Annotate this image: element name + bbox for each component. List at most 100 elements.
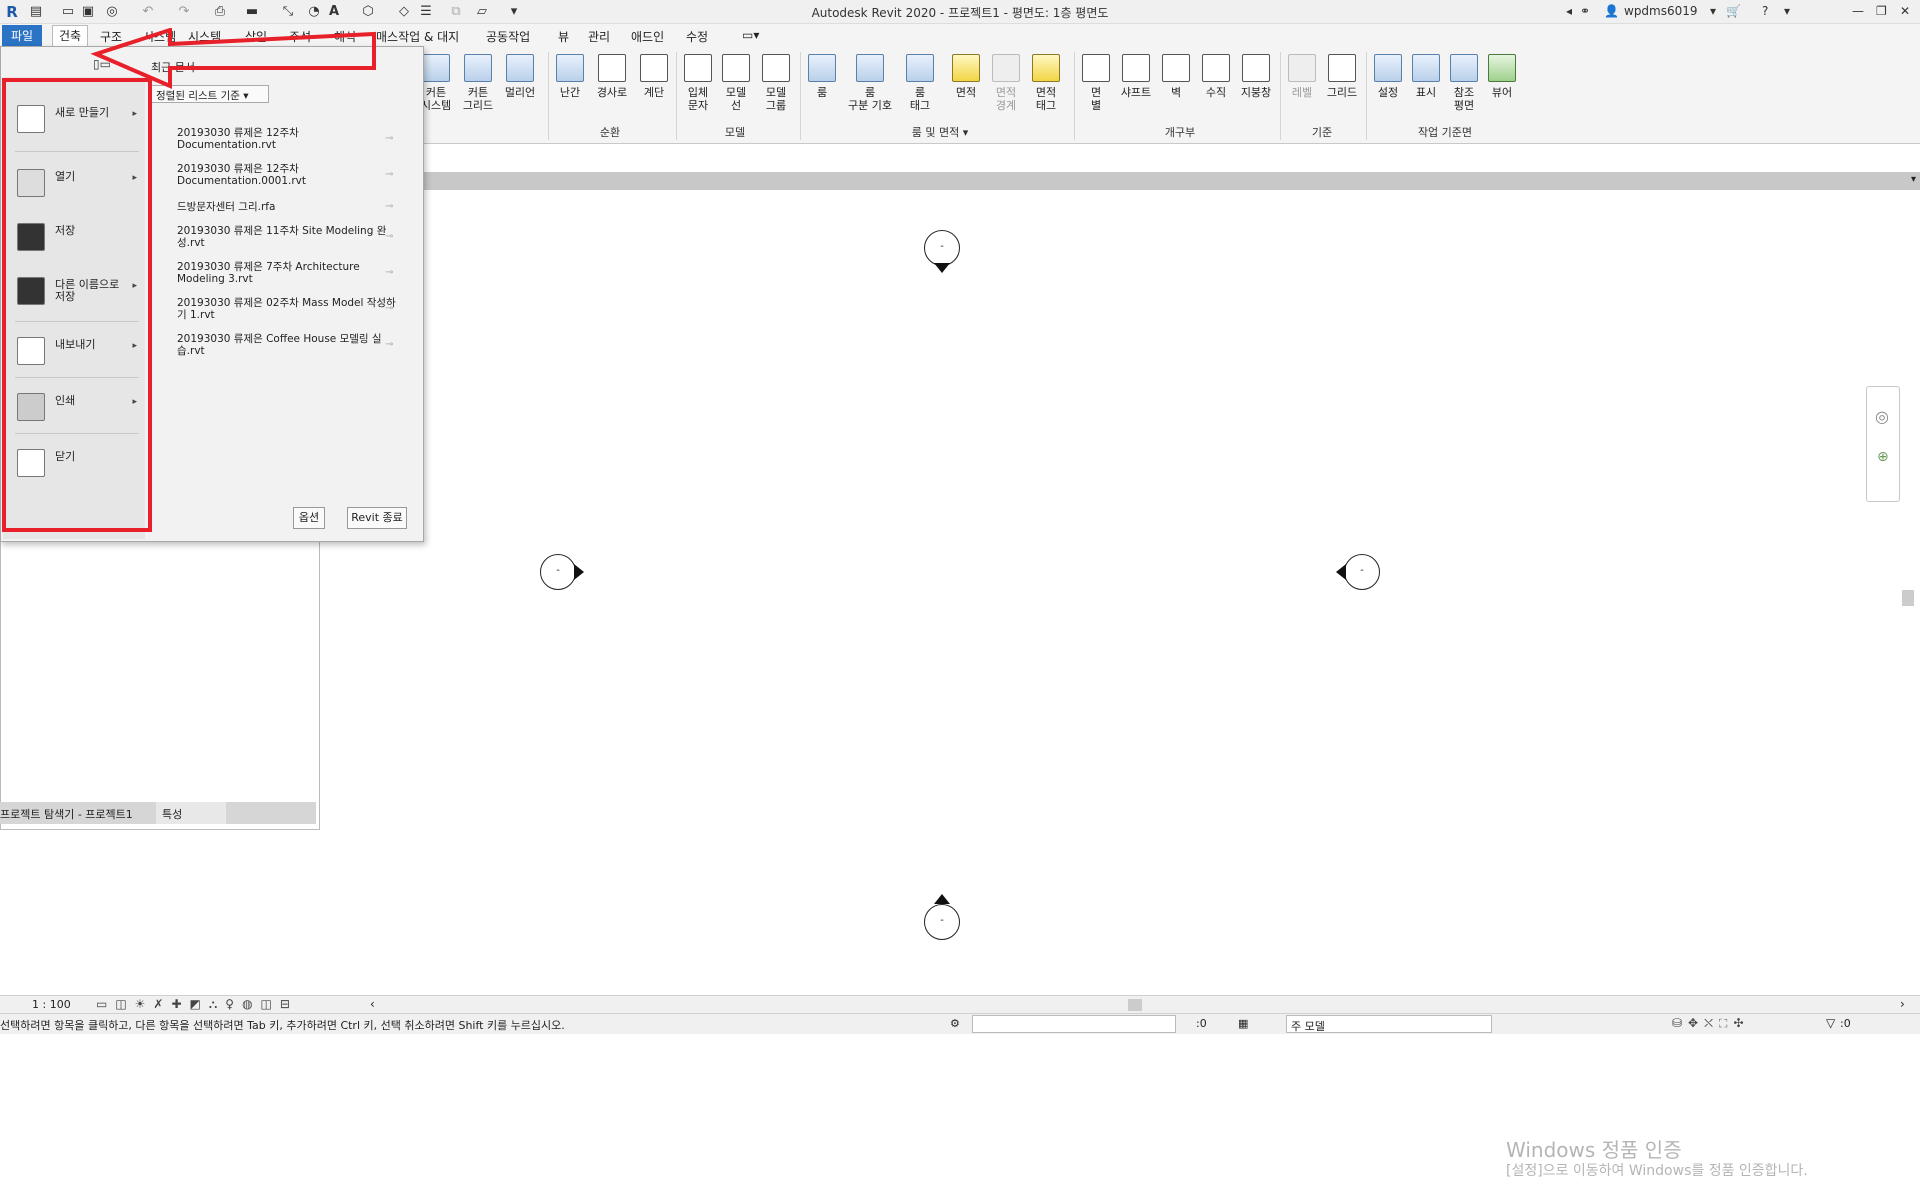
minimize-icon[interactable]: — bbox=[1852, 4, 1864, 18]
tab-project-browser[interactable]: 프로젝트 탐색기 - 프로젝트1 bbox=[0, 806, 152, 822]
print-icon[interactable]: ⎙ bbox=[212, 4, 228, 20]
zoom-icon[interactable]: ⊕ bbox=[1877, 449, 1889, 465]
selection-filter-icons[interactable]: ⛁✥⛌⛶✣ bbox=[1672, 1016, 1750, 1031]
measure-icon[interactable]: ▬ bbox=[244, 4, 260, 20]
view-list-dropdown-icon[interactable]: ▾ bbox=[1911, 174, 1916, 185]
scale-display[interactable]: 1 : 100 bbox=[32, 998, 71, 1011]
viewer-button[interactable]: 뷰어 bbox=[1482, 54, 1522, 99]
design-option-dropdown[interactable]: 주 모델 bbox=[1286, 1015, 1492, 1033]
workset-dropdown[interactable] bbox=[972, 1015, 1176, 1033]
tag-icon[interactable]: ◔ bbox=[306, 4, 322, 20]
room-separator-button[interactable]: 룸 구분 기호 bbox=[842, 54, 898, 112]
room-button[interactable]: 룸 bbox=[802, 54, 842, 99]
tab-addins[interactable]: 애드인 bbox=[631, 28, 664, 45]
pin-icon[interactable]: ⊸ bbox=[385, 303, 393, 314]
3d-view-icon[interactable]: ⬡ bbox=[360, 4, 376, 20]
recent-file-item[interactable]: 20193030 류제은 12주차 Documentation.rvt bbox=[177, 127, 397, 151]
revit-logo-icon[interactable]: R bbox=[4, 4, 20, 20]
application-menu-icon[interactable]: ▤ bbox=[28, 4, 44, 20]
elevation-marker-south[interactable]: - bbox=[924, 904, 960, 940]
pin-icon[interactable]: ⊸ bbox=[385, 169, 393, 180]
tab-properties[interactable]: 특성 bbox=[156, 802, 226, 824]
room-tag-button[interactable]: 룸 태그 bbox=[900, 54, 940, 112]
help-dropdown-icon[interactable]: ▾ bbox=[1784, 4, 1790, 18]
redo-icon[interactable]: ↷ bbox=[176, 4, 192, 20]
wall-opening-button[interactable]: 벽 bbox=[1156, 54, 1196, 99]
elevation-marker-west[interactable]: - bbox=[540, 554, 576, 590]
area-boundary-button[interactable]: 면적 경계 bbox=[986, 54, 1026, 112]
restore-icon[interactable]: ❐ bbox=[1876, 4, 1887, 18]
pin-icon[interactable]: ⊸ bbox=[385, 267, 393, 278]
area-tag-button[interactable]: 면적 태그 bbox=[1026, 54, 1066, 112]
tab-view[interactable]: 뷰 bbox=[558, 28, 569, 45]
switch-windows-icon[interactable]: ▱ bbox=[474, 4, 490, 20]
model-group-button[interactable]: 모델 그룹 bbox=[756, 54, 796, 112]
undo-icon[interactable]: ↶ bbox=[140, 4, 156, 20]
help-icon[interactable]: ? bbox=[1762, 4, 1768, 18]
filter-icon[interactable]: ▽ bbox=[1826, 1016, 1835, 1030]
dormer-button[interactable]: 지붕창 bbox=[1234, 54, 1278, 99]
vertical-opening-button[interactable]: 수직 bbox=[1196, 54, 1236, 99]
recent-file-item[interactable]: 20193030 류제은 Coffee House 모델링 실습.rvt bbox=[177, 333, 397, 357]
level-button[interactable]: 레벨 bbox=[1282, 54, 1322, 99]
exit-revit-button[interactable]: Revit 종료 bbox=[347, 507, 407, 529]
workset-icon[interactable]: ⚙ bbox=[950, 1017, 960, 1030]
curtain-grid-button[interactable]: 커튼 그리드 bbox=[458, 54, 498, 112]
shaft-button[interactable]: 샤프트 bbox=[1116, 54, 1156, 99]
railing-button[interactable]: 난간 bbox=[550, 54, 590, 99]
tab-file[interactable]: 파일 bbox=[2, 25, 42, 47]
save-icon[interactable]: ▣ bbox=[80, 4, 96, 20]
ramp-button[interactable]: 경사로 bbox=[592, 54, 632, 99]
search-icon[interactable]: ◂ bbox=[1566, 4, 1572, 18]
recent-file-item[interactable]: 드방문자센터 그리.rfa bbox=[177, 201, 397, 213]
tab-architecture[interactable]: 건축 bbox=[52, 25, 88, 47]
tab-massing-site[interactable]: 매스작업 & 대지 bbox=[376, 28, 459, 45]
tab-collaborate[interactable]: 공동작업 bbox=[486, 28, 530, 45]
user-dropdown-icon[interactable]: ▾ bbox=[1710, 4, 1716, 18]
customize-toolbar-icon[interactable]: ▾ bbox=[506, 4, 522, 20]
elevation-marker-east[interactable]: - bbox=[1344, 554, 1380, 590]
ref-plane-button[interactable]: 참조 평면 bbox=[1444, 54, 1484, 112]
section-icon[interactable]: ◇ bbox=[396, 4, 412, 20]
options-button[interactable]: 옵션 bbox=[293, 507, 325, 529]
recent-file-item[interactable]: 20193030 류제은 02주차 Mass Model 작성하기 1.rvt bbox=[177, 297, 397, 321]
cart-icon[interactable]: 🛒 bbox=[1726, 4, 1741, 18]
sync-icon[interactable]: ◎ bbox=[104, 4, 120, 20]
steering-wheel-icon[interactable]: ◎ bbox=[1875, 407, 1889, 426]
close-icon[interactable]: ✕ bbox=[1900, 4, 1910, 18]
show-button[interactable]: 표시 bbox=[1406, 54, 1446, 99]
open-icon[interactable]: ▭ bbox=[60, 4, 76, 20]
thin-lines-icon[interactable]: ☰ bbox=[418, 4, 434, 20]
text-icon[interactable]: A bbox=[326, 4, 342, 20]
user-icon[interactable]: 👤 bbox=[1604, 4, 1619, 18]
elevation-marker-north[interactable]: - bbox=[924, 230, 960, 266]
grid-button[interactable]: 그리드 bbox=[1322, 54, 1362, 99]
close-hidden-icon[interactable]: ⧉ bbox=[448, 4, 464, 20]
pin-icon[interactable]: ⊸ bbox=[385, 201, 393, 212]
stair-button[interactable]: 계단 bbox=[634, 54, 674, 99]
scrollbar-thumb[interactable] bbox=[1902, 590, 1914, 606]
pin-icon[interactable]: ⊸ bbox=[385, 231, 393, 242]
scroll-left-icon[interactable]: ‹ bbox=[370, 997, 375, 1011]
pin-icon[interactable]: ⊸ bbox=[385, 133, 393, 144]
horizontal-scrollbar-thumb[interactable] bbox=[1128, 999, 1142, 1011]
binoculars-icon[interactable]: ⚭ bbox=[1580, 4, 1590, 18]
view-control-icons[interactable]: ▭◫☀✗✚◩⛬♀◍◫⊟ bbox=[96, 997, 298, 1012]
area-button[interactable]: 면적 bbox=[946, 54, 986, 99]
recent-file-item[interactable]: 20193030 류제은 11주차 Site Modeling 완성.rvt bbox=[177, 225, 397, 249]
recent-file-item[interactable]: 20193030 류제은 7주차 Architecture Modeling 3… bbox=[177, 261, 397, 285]
scroll-right-icon[interactable]: › bbox=[1900, 997, 1905, 1011]
pin-icon[interactable]: ⊸ bbox=[385, 339, 393, 350]
ribbon-toggle-icon[interactable]: ▭▾ bbox=[742, 28, 759, 42]
model-line-button[interactable]: 모델 선 bbox=[716, 54, 756, 112]
panel-label-room-area[interactable]: 룸 및 면적 ▾ bbox=[880, 124, 1000, 140]
tab-manage[interactable]: 관리 bbox=[588, 28, 610, 45]
tab-modify[interactable]: 수정 bbox=[686, 28, 708, 45]
navigation-bar[interactable]: ◎ ⊕ bbox=[1866, 386, 1900, 502]
set-button[interactable]: 설정 bbox=[1368, 54, 1408, 99]
user-name[interactable]: wpdms6019 bbox=[1624, 4, 1698, 18]
mullion-button[interactable]: 멀리언 bbox=[500, 54, 540, 99]
design-option-icon[interactable]: ▦ bbox=[1238, 1017, 1248, 1030]
recent-file-item[interactable]: 20193030 류제은 12주차 Documentation.0001.rvt bbox=[177, 163, 397, 187]
dimension-icon[interactable]: ⤡ bbox=[280, 4, 296, 20]
